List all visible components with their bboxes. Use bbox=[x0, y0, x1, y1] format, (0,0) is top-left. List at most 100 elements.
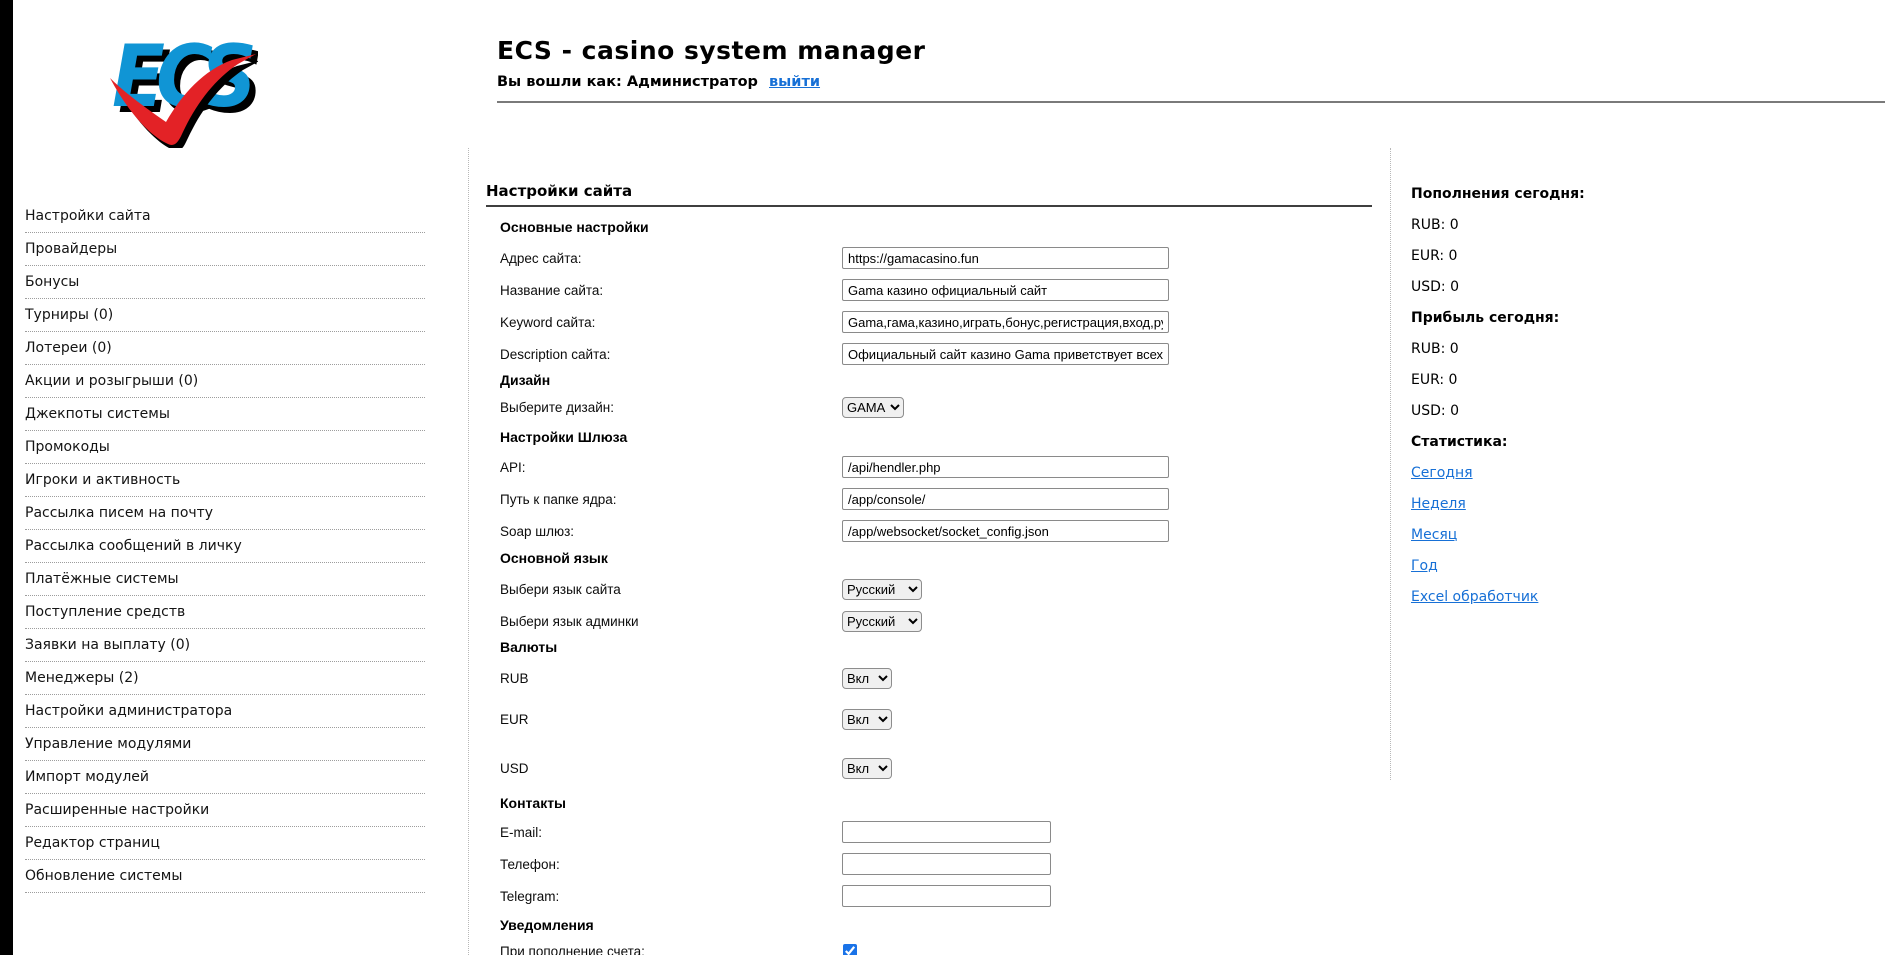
keyword-label: Keyword сайта: bbox=[500, 315, 842, 330]
rub-row: RUB Вкл bbox=[500, 667, 892, 689]
ecs-logo[interactable]: ECS ECS bbox=[106, 16, 258, 148]
rub-label: RUB bbox=[500, 671, 842, 686]
section-title-underline bbox=[486, 205, 1372, 207]
usd-select[interactable]: Вкл bbox=[842, 758, 892, 779]
phone-row: Телефон: bbox=[500, 853, 1051, 875]
telegram-input[interactable] bbox=[842, 885, 1051, 907]
stats-link-month[interactable]: Месяц bbox=[1411, 527, 1457, 543]
site-lang-row: Выбери язык сайта Русский bbox=[500, 578, 922, 600]
topups-header: Пополнения сегодня: bbox=[1411, 186, 1831, 208]
soap-label: Soap шлюз: bbox=[500, 524, 842, 539]
topup-rub: RUB: 0 bbox=[1411, 217, 1831, 239]
site-lang-label: Выбери язык сайта bbox=[500, 582, 842, 597]
section-title: Настройки сайта bbox=[486, 182, 632, 200]
phone-label: Телефон: bbox=[500, 857, 842, 872]
eur-row: EUR Вкл bbox=[500, 708, 892, 730]
core-path-input[interactable] bbox=[842, 488, 1169, 510]
sidebar-item[interactable]: Акции и розыгрыши (0) bbox=[25, 365, 425, 398]
keyword-input[interactable] bbox=[842, 311, 1169, 333]
sidebar-item[interactable]: Лотереи (0) bbox=[25, 332, 425, 365]
sidebar-item[interactable]: Платёжные системы bbox=[25, 563, 425, 596]
admin-page: ECS ECS ECS - casino system manager Вы в… bbox=[0, 0, 1903, 955]
description-input[interactable] bbox=[842, 343, 1169, 365]
stats-link-excel[interactable]: Excel обработчик bbox=[1411, 589, 1538, 605]
site-name-input[interactable] bbox=[842, 279, 1169, 301]
phone-input[interactable] bbox=[842, 853, 1051, 875]
logout-link[interactable]: выйти bbox=[769, 74, 820, 90]
sidebar-item[interactable]: Рассылка сообщений в личку bbox=[25, 530, 425, 563]
sidebar-item[interactable]: Расширенные настройки bbox=[25, 794, 425, 827]
profit-usd: USD: 0 bbox=[1411, 403, 1831, 425]
sidebar-item[interactable]: Игроки и активность bbox=[25, 464, 425, 497]
api-row: API: bbox=[500, 456, 1169, 478]
sidebar-item[interactable]: Джекпоты системы bbox=[25, 398, 425, 431]
usd-label: USD bbox=[500, 761, 842, 776]
sidebar-item[interactable]: Импорт модулей bbox=[25, 761, 425, 794]
section-gateway: Настройки Шлюза bbox=[500, 426, 627, 448]
section-notifications: Уведомления bbox=[500, 914, 594, 936]
stats-panel: Пополнения сегодня: RUB: 0 EUR: 0 USD: 0… bbox=[1411, 186, 1831, 620]
eur-select[interactable]: Вкл bbox=[842, 709, 892, 730]
description-label: Description сайта: bbox=[500, 347, 842, 362]
admin-lang-select[interactable]: Русский bbox=[842, 611, 922, 632]
sidebar-item[interactable]: Турниры (0) bbox=[25, 299, 425, 332]
site-address-label: Адрес сайта: bbox=[500, 251, 842, 266]
section-language: Основной язык bbox=[500, 547, 608, 569]
soap-input[interactable] bbox=[842, 520, 1169, 542]
admin-lang-row: Выбери язык админки Русский bbox=[500, 610, 922, 632]
left-edge-strip bbox=[0, 0, 13, 955]
sidebar-item[interactable]: Заявки на выплату (0) bbox=[25, 629, 425, 662]
profit-header: Прибыль сегодня: bbox=[1411, 310, 1831, 332]
keyword-row: Keyword сайта: bbox=[500, 311, 1169, 333]
stats-header: Статистика: bbox=[1411, 434, 1831, 456]
header-divider bbox=[497, 101, 1885, 103]
section-currencies: Валюты bbox=[500, 636, 557, 658]
sidebar-item[interactable]: Бонусы bbox=[25, 266, 425, 299]
site-lang-select[interactable]: Русский bbox=[842, 579, 922, 600]
rub-select[interactable]: Вкл bbox=[842, 668, 892, 689]
sidebar-item[interactable]: Редактор страниц bbox=[25, 827, 425, 860]
site-name-row: Название сайта: bbox=[500, 279, 1169, 301]
stats-link-year[interactable]: Год bbox=[1411, 558, 1438, 574]
eur-label: EUR bbox=[500, 712, 842, 727]
logged-in-status: Вы вошли как: Администратор выйти bbox=[497, 74, 820, 90]
sidebar-item[interactable]: Обновление системы bbox=[25, 860, 425, 893]
profit-eur: EUR: 0 bbox=[1411, 372, 1831, 394]
sidebar-menu: Настройки сайта Провайдеры Бонусы Турнир… bbox=[25, 200, 425, 893]
topup-usd: USD: 0 bbox=[1411, 279, 1831, 301]
stats-link-week[interactable]: Неделя bbox=[1411, 496, 1466, 512]
email-label: E-mail: bbox=[500, 825, 842, 840]
telegram-label: Telegram: bbox=[500, 889, 842, 904]
email-row: E-mail: bbox=[500, 821, 1051, 843]
design-select[interactable]: GAMA bbox=[842, 397, 904, 418]
description-row: Description сайта: bbox=[500, 343, 1169, 365]
topup-eur: EUR: 0 bbox=[1411, 248, 1831, 270]
notify-topup-label: При пополнение счета: bbox=[500, 944, 842, 955]
sidebar-item[interactable]: Промокоды bbox=[25, 431, 425, 464]
sidebar-item[interactable]: Настройки администратора bbox=[25, 695, 425, 728]
sidebar-item[interactable]: Настройки сайта bbox=[25, 200, 425, 233]
site-address-input[interactable] bbox=[842, 247, 1169, 269]
stats-link-today[interactable]: Сегодня bbox=[1411, 465, 1473, 481]
page-title: ECS - casino system manager bbox=[497, 36, 925, 65]
usd-row: USD Вкл bbox=[500, 757, 892, 779]
sidebar-item[interactable]: Провайдеры bbox=[25, 233, 425, 266]
sidebar-item[interactable]: Поступление средств bbox=[25, 596, 425, 629]
section-design: Дизайн bbox=[500, 369, 550, 391]
profit-rub: RUB: 0 bbox=[1411, 341, 1831, 363]
core-path-label: Путь к папке ядра: bbox=[500, 492, 842, 507]
telegram-row: Telegram: bbox=[500, 885, 1051, 907]
site-name-label: Название сайта: bbox=[500, 283, 842, 298]
email-input[interactable] bbox=[842, 821, 1051, 843]
sidebar-item[interactable]: Рассылка писем на почту bbox=[25, 497, 425, 530]
section-basic-settings: Основные настройки bbox=[500, 216, 649, 238]
logged-in-label: Вы вошли как: Администратор bbox=[497, 74, 758, 90]
admin-lang-label: Выбери язык админки bbox=[500, 614, 842, 629]
api-input[interactable] bbox=[842, 456, 1169, 478]
notify-topup-checkbox[interactable] bbox=[843, 944, 857, 955]
design-row: Выберите дизайн: GAMA bbox=[500, 396, 904, 418]
section-contacts: Контакты bbox=[500, 792, 566, 814]
sidebar-item[interactable]: Управление модулями bbox=[25, 728, 425, 761]
sidebar-item[interactable]: Менеджеры (2) bbox=[25, 662, 425, 695]
soap-row: Soap шлюз: bbox=[500, 520, 1169, 542]
